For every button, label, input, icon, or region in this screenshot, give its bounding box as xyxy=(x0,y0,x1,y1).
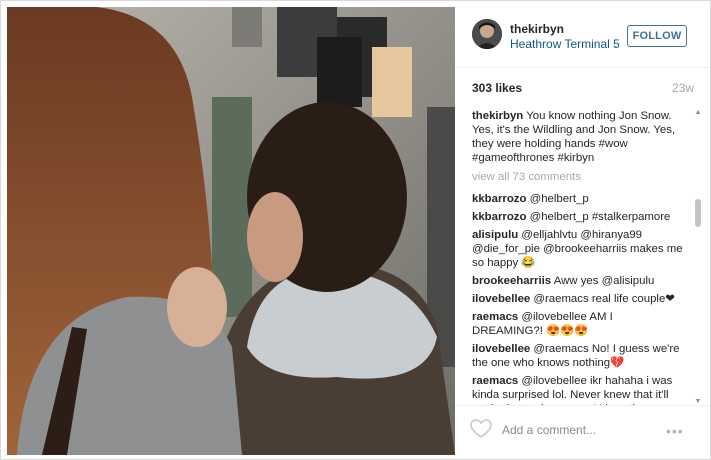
comment-username[interactable]: kkbarrozo xyxy=(472,193,526,205)
caption: thekirbyn You know nothing Jon Snow. Yes… xyxy=(472,109,686,165)
comment-item: brookeeharriis Aww yes @alisipulu xyxy=(472,274,686,288)
comment-text: @raemacs real life couple❤ xyxy=(533,293,675,305)
comment-username[interactable]: ilovebellee xyxy=(472,343,530,355)
add-comment-input[interactable]: Add a comment... xyxy=(502,423,596,437)
comment-text: @helbert_p xyxy=(529,193,589,205)
comment-item: alisipulu @elljahlvtu @hiranya99 @die_fo… xyxy=(472,228,686,270)
post-photo[interactable] xyxy=(7,7,455,455)
comment-text: @helbert_p #stalkerpamore xyxy=(529,211,671,223)
heart-outline-icon[interactable] xyxy=(470,419,492,444)
post-username[interactable]: thekirbyn xyxy=(510,22,564,36)
more-options-icon[interactable]: ••• xyxy=(666,423,684,439)
scrollbar-thumb[interactable] xyxy=(695,199,701,227)
comments-list: thekirbyn You know nothing Jon Snow. Yes… xyxy=(472,109,686,405)
view-all-comments-link[interactable]: view all 73 comments xyxy=(472,170,686,184)
comment-username[interactable]: kkbarrozo xyxy=(472,211,526,223)
comment-username[interactable]: alisipulu xyxy=(472,229,518,241)
comments-scrollbar[interactable]: ▲ ▼ xyxy=(694,109,702,405)
likes-count[interactable]: 303 likes xyxy=(472,81,694,95)
post-sidebar: thekirbyn Heathrow Terminal 5 FOLLOW 303… xyxy=(456,1,710,459)
photo-illustration xyxy=(7,7,455,455)
comment-username[interactable]: ilovebellee xyxy=(472,293,530,305)
comment-username[interactable]: brookeeharriis xyxy=(472,275,551,287)
post-header: thekirbyn Heathrow Terminal 5 FOLLOW xyxy=(456,1,710,68)
comment-item: kkbarrozo @helbert_p xyxy=(472,192,686,206)
post-location[interactable]: Heathrow Terminal 5 xyxy=(510,37,620,51)
scroll-up-arrow-icon[interactable]: ▲ xyxy=(694,109,702,116)
scroll-down-arrow-icon[interactable]: ▼ xyxy=(694,398,702,405)
comment-item: raemacs @ilovebellee AM I DREAMING?! 😍😍😍 xyxy=(472,310,686,338)
comment-username[interactable]: raemacs xyxy=(472,375,518,387)
comment-item: ilovebellee @raemacs real life couple❤ xyxy=(472,292,686,306)
post-time: 23w xyxy=(671,81,694,95)
avatar[interactable] xyxy=(472,19,502,49)
comment-item: kkbarrozo @helbert_p #stalkerpamore xyxy=(472,210,686,224)
comment-item: raemacs @ilovebellee ikr hahaha i was ki… xyxy=(472,374,686,405)
comment-text: Aww yes @alisipulu xyxy=(553,275,655,287)
follow-button[interactable]: FOLLOW xyxy=(627,25,687,47)
comment-username[interactable]: raemacs xyxy=(472,311,518,323)
post-stats: 303 likes 23w xyxy=(472,81,694,95)
caption-username[interactable]: thekirbyn xyxy=(472,110,523,122)
instagram-post-embed: thekirbyn Heathrow Terminal 5 FOLLOW 303… xyxy=(0,0,711,460)
comment-item: ilovebellee @raemacs No! I guess we're t… xyxy=(472,342,686,370)
avatar-image xyxy=(472,19,502,49)
post-footer: Add a comment... ••• xyxy=(456,405,710,460)
